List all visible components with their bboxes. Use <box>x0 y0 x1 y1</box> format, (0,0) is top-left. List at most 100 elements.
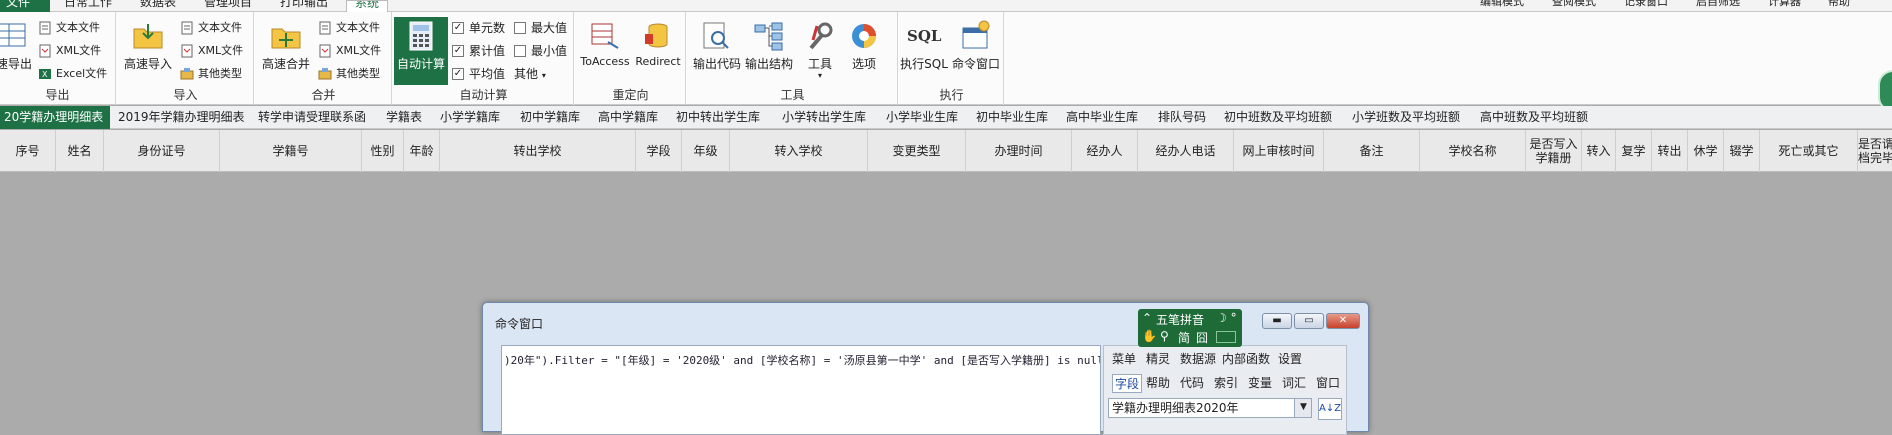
check-max[interactable]: 最大值 <box>514 18 567 38</box>
sheet-tab-junior-class[interactable]: 初中班数及平均班额 <box>1224 106 1332 129</box>
fast-import-button[interactable]: 高速导入 <box>122 20 174 72</box>
import-text-button[interactable]: 文本文件 <box>180 18 242 38</box>
check-min[interactable]: 最小值 <box>514 41 567 61</box>
to-access-button[interactable]: ToAccess <box>580 20 630 68</box>
col-header[interactable]: 转入 <box>1582 130 1616 172</box>
sheet-tab-junior-out[interactable]: 初中转出学生库 <box>676 106 760 129</box>
table-select[interactable]: 学籍办理明细表2020年 ▼ <box>1108 398 1312 418</box>
col-header[interactable]: 是否谓 档完毕 <box>1858 130 1892 172</box>
col-header[interactable]: 学籍号 <box>220 130 362 172</box>
sheet-tab-2020-detail[interactable]: 20学籍办理明细表 <box>0 106 110 129</box>
panel-functions[interactable]: 内部函数 <box>1222 350 1270 367</box>
panel-code[interactable]: 代码 <box>1180 374 1204 391</box>
col-header[interactable]: 转出学校 <box>440 130 636 172</box>
col-header[interactable]: 身份证号 <box>104 130 220 172</box>
sheet-tab-2019-detail[interactable]: 2019年学籍办理明细表 <box>118 106 245 129</box>
fast-export-button[interactable]: 速导出 <box>0 20 34 72</box>
col-header[interactable]: 年级 <box>682 130 730 172</box>
export-text-button[interactable]: 文本文件 <box>38 18 100 38</box>
sheet-tab-primary-db[interactable]: 小学学籍库 <box>440 106 500 129</box>
col-header[interactable]: 备注 <box>1324 130 1420 172</box>
col-header[interactable]: 年龄 <box>404 130 440 172</box>
merge-xml-button[interactable]: XML文件 <box>318 41 381 61</box>
tab-daily-work[interactable]: 日常工作 <box>64 0 124 12</box>
sheet-tab-roster[interactable]: 学籍表 <box>386 106 422 129</box>
auto-calc-button[interactable]: 自动计算 <box>394 17 448 85</box>
tab-file[interactable]: 文件 <box>0 0 50 12</box>
sheet-tab-primary-class[interactable]: 小学班数及平均班额 <box>1352 106 1460 129</box>
col-header[interactable]: 复学 <box>1616 130 1652 172</box>
merge-text-button[interactable]: 文本文件 <box>318 18 380 38</box>
check-average[interactable]: ✓ 平均值 <box>452 64 505 84</box>
quick-help[interactable]: 帮助 <box>1828 0 1878 12</box>
fast-merge-button[interactable]: 高速合并 <box>260 20 312 72</box>
sheet-tab-senior-db[interactable]: 高中学籍库 <box>598 106 658 129</box>
panel-wizard[interactable]: 精灵 <box>1146 350 1170 367</box>
col-header[interactable]: 序号 <box>0 130 56 172</box>
col-header[interactable]: 转入学校 <box>730 130 868 172</box>
col-header[interactable]: 网上审核时间 <box>1234 130 1324 172</box>
sheet-tab-junior-grad[interactable]: 初中毕业生库 <box>976 106 1048 129</box>
calc-other-dropdown[interactable]: 其他 ▾ <box>514 64 546 84</box>
sheet-tab-primary-grad[interactable]: 小学毕业生库 <box>886 106 958 129</box>
col-header[interactable]: 姓名 <box>56 130 104 172</box>
tab-datasheet[interactable]: 数据表 <box>140 0 188 12</box>
command-editor[interactable]: )20年").Filter = "[年级] = '2020级' and [学校名… <box>501 345 1101 435</box>
sheet-tab-transfer-letter[interactable]: 转学申请受理联系函 <box>258 106 366 129</box>
tools-dropdown-button[interactable]: 工具 ▾ <box>800 20 840 80</box>
panel-index[interactable]: 索引 <box>1214 374 1238 391</box>
close-button[interactable]: ✕ <box>1326 313 1360 329</box>
quick-record-window[interactable]: 记录窗口 <box>1624 0 1694 12</box>
export-xml-button[interactable]: XML文件 <box>38 41 101 61</box>
ime-toolbar[interactable]: ⌃ 五笔拼音 ☽ ° ✋ ⚲ 简 囧 <box>1138 309 1242 347</box>
quick-edit-mode[interactable]: 编辑模式 <box>1480 0 1550 12</box>
col-header[interactable]: 是否写入 学籍册 <box>1526 130 1582 172</box>
panel-menu[interactable]: 菜单 <box>1112 350 1136 367</box>
quick-auto-filter[interactable]: 启自筛选 <box>1696 0 1766 12</box>
check-cumulative[interactable]: ✓ 累计值 <box>452 41 505 61</box>
tab-manage-project[interactable]: 管理项目 <box>204 0 264 12</box>
import-xml-button[interactable]: XML文件 <box>180 41 243 61</box>
check-cell-count[interactable]: ✓ 单元数 <box>452 18 505 38</box>
col-header[interactable]: 辍学 <box>1724 130 1760 172</box>
sheet-tab-queue[interactable]: 排队号码 <box>1158 106 1206 129</box>
panel-fields[interactable]: 字段 <box>1112 374 1143 393</box>
redirect-button[interactable]: Redirect <box>632 20 684 68</box>
export-excel-button[interactable]: X Excel文件 <box>38 64 107 84</box>
tab-system[interactable]: 系统 <box>346 0 388 12</box>
sheet-tab-senior-grad[interactable]: 高中毕业生库 <box>1066 106 1138 129</box>
col-header[interactable]: 学段 <box>636 130 682 172</box>
col-header[interactable]: 性别 <box>362 130 404 172</box>
chevron-down-icon[interactable]: ▼ <box>1294 399 1311 417</box>
panel-settings[interactable]: 设置 <box>1278 350 1302 367</box>
col-header[interactable]: 休学 <box>1688 130 1724 172</box>
panel-window[interactable]: 窗口 <box>1316 374 1340 391</box>
output-code-button[interactable]: 输出代码 <box>692 20 742 72</box>
sheet-tab-senior-class[interactable]: 高中班数及平均班额 <box>1480 106 1588 129</box>
col-header[interactable]: 变更类型 <box>868 130 966 172</box>
quick-view-mode[interactable]: 查阅模式 <box>1552 0 1622 12</box>
command-window-button[interactable]: 命令窗口 <box>950 20 1002 72</box>
col-header[interactable]: 经办人电话 <box>1138 130 1234 172</box>
import-other-button[interactable]: 其他类型 <box>180 64 242 84</box>
panel-vocab[interactable]: 词汇 <box>1282 374 1306 391</box>
output-structure-button[interactable]: 输出结构 <box>744 20 794 72</box>
panel-datasource[interactable]: 数据源 <box>1180 350 1216 367</box>
col-header[interactable]: 死亡或其它 <box>1760 130 1858 172</box>
maximize-button[interactable]: ▭ <box>1294 313 1324 329</box>
exec-sql-button[interactable]: SQL 执行SQL <box>900 20 948 72</box>
sheet-tab-primary-out[interactable]: 小学转出学生库 <box>782 106 866 129</box>
tab-print-output[interactable]: 打印输出 <box>280 0 340 12</box>
merge-other-button[interactable]: 其他类型 <box>318 64 380 84</box>
col-header[interactable]: 经办人 <box>1072 130 1138 172</box>
quick-calculator[interactable]: 计算器 <box>1768 0 1826 12</box>
panel-variables[interactable]: 变量 <box>1248 374 1272 391</box>
panel-help[interactable]: 帮助 <box>1146 374 1170 391</box>
minimize-button[interactable]: ▬ <box>1262 313 1292 329</box>
sheet-tab-junior-db[interactable]: 初中学籍库 <box>520 106 580 129</box>
sort-button[interactable]: A↓Z <box>1318 398 1342 420</box>
col-header[interactable]: 办理时间 <box>966 130 1072 172</box>
col-header[interactable]: 学校名称 <box>1420 130 1526 172</box>
options-button[interactable]: 选项 <box>844 20 884 72</box>
col-header[interactable]: 转出 <box>1652 130 1688 172</box>
